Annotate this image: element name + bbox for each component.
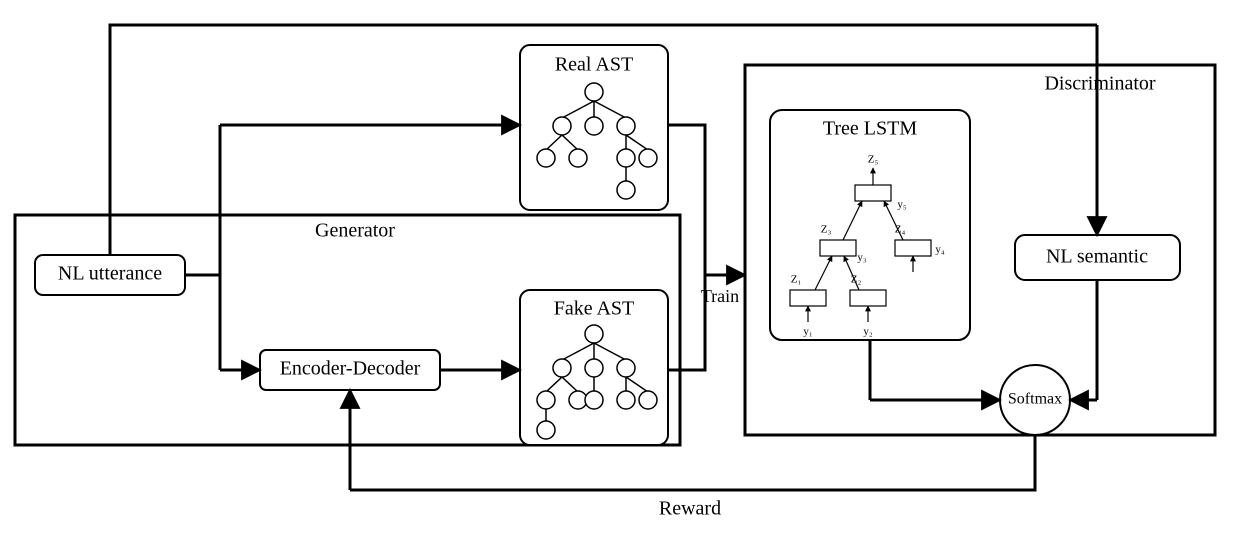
encoder-decoder-label: Encoder-Decoder	[280, 358, 421, 380]
tree-lstm-label: Tree LSTM	[823, 118, 917, 140]
svg-text:Z₃: Z₃	[821, 224, 832, 236]
conn-real-to-train	[668, 125, 705, 275]
nl-semantic-label: NL semantic	[1046, 246, 1148, 268]
conn-reward-h	[350, 435, 1035, 490]
real-ast-label: Real AST	[555, 54, 633, 76]
svg-text:y₅: y₅	[897, 199, 907, 211]
svg-text:y₁: y₁	[803, 326, 813, 338]
nl-utterance-label: NL utterance	[58, 263, 162, 285]
svg-text:Z₁: Z₁	[791, 274, 802, 286]
svg-text:y₃: y₃	[857, 252, 867, 264]
svg-text:Z₅: Z₅	[868, 154, 879, 166]
conn-fake-to-train	[668, 275, 705, 370]
discriminator-label: Discriminator	[1044, 73, 1155, 95]
fake-ast-label: Fake AST	[554, 298, 635, 320]
svg-text:Z₄: Z₄	[895, 224, 906, 236]
softmax-label: Softmax	[1008, 391, 1062, 408]
reward-label: Reward	[659, 498, 721, 520]
svg-text:y₄: y₄	[935, 244, 945, 256]
svg-text:y₂: y₂	[863, 326, 873, 338]
generator-label: Generator	[315, 220, 395, 242]
svg-text:Z₂: Z₂	[851, 274, 862, 286]
train-label: Train	[701, 286, 739, 306]
